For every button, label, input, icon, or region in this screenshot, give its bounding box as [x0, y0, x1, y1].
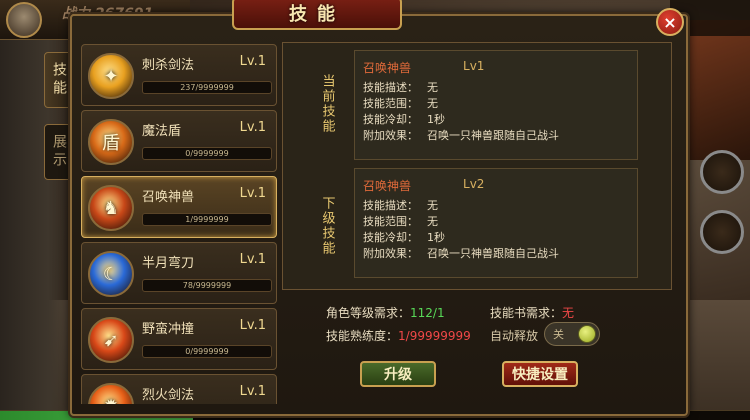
- info-value: 无: [427, 215, 438, 228]
- skill-name: 魔法盾: [142, 124, 182, 139]
- sword-slash-icon: ✦: [88, 53, 134, 99]
- skill-name: 烈火剑法: [142, 388, 195, 403]
- skill-item[interactable]: ✦ 刺杀剑法 Lv.1 237/9999999: [81, 44, 277, 106]
- skill-progress: 1/9999999: [142, 213, 272, 226]
- upgrade-button[interactable]: 升级: [360, 361, 436, 387]
- toggle-state: 关: [553, 328, 564, 341]
- info-key: 技能冷却：: [363, 113, 418, 126]
- skill-progress: 0/9999999: [142, 147, 272, 160]
- info-value: 召唤一只神兽跟随自己战斗: [427, 129, 559, 142]
- current-skill-name: 召唤神兽: [363, 61, 412, 75]
- skill-item[interactable]: 盾魔法盾 Lv.1 0/9999999: [81, 110, 277, 172]
- current-skill-info: 召唤神兽 Lv1 技能描述： 无 技能范围： 无 技能冷却： 1秒 附加效果： 召唤一只…: [354, 50, 638, 160]
- skill-name: 刺杀剑法: [142, 58, 195, 73]
- proficiency-label: 技能熟练度：: [326, 329, 399, 343]
- proficiency-requirement: 技能熟练度：1/99999999: [326, 327, 471, 344]
- shield-icon: 盾: [88, 119, 134, 165]
- skill-item[interactable]: ✹ 烈火剑法 Lv.1: [81, 374, 277, 404]
- close-button[interactable]: ×: [656, 8, 684, 36]
- skill-name: 野蛮冲撞: [142, 322, 195, 337]
- skill-book-value: 无: [562, 306, 575, 320]
- info-key: 技能描述：: [363, 81, 418, 94]
- skill-name: 召唤神兽: [142, 190, 195, 205]
- info-value: 无: [427, 199, 438, 212]
- role-level-requirement: 角色等级需求：112/1: [326, 304, 445, 321]
- crescent-blade-icon: ☾: [88, 251, 134, 297]
- auto-release-label: 自动释放: [490, 329, 539, 343]
- next-skill-label: 下级技能: [319, 196, 335, 256]
- proficiency-value: 1/99999999: [398, 329, 471, 343]
- toggle-knob: [578, 325, 596, 343]
- info-key: 技能冷却：: [363, 231, 418, 244]
- skill-level: Lv.1: [239, 318, 266, 333]
- info-value: 无: [427, 97, 438, 110]
- skill-progress: 78/9999999: [142, 279, 272, 292]
- current-skill-level: Lv1: [463, 59, 485, 73]
- skill-level: Lv.1: [239, 186, 266, 201]
- role-level-value: 112/1: [410, 306, 445, 320]
- next-skill-level: Lv2: [463, 177, 485, 191]
- skill-level: Lv.1: [239, 384, 266, 399]
- charge-icon: ➹: [88, 317, 134, 363]
- skill-name: 半月弯刀: [142, 256, 195, 271]
- info-key: 附加效果：: [363, 129, 418, 142]
- skill-book-requirement: 技能书需求：无: [490, 304, 574, 321]
- quick-settings-button[interactable]: 快捷设置: [502, 361, 578, 387]
- skill-slot-button[interactable]: [700, 150, 744, 194]
- close-icon: ×: [663, 12, 677, 32]
- skill-level: Lv.1: [239, 54, 266, 69]
- fire-sword-icon: ✹: [88, 383, 134, 404]
- next-skill-name: 召唤神兽: [363, 179, 412, 193]
- skill-book-label: 技能书需求：: [490, 306, 563, 320]
- info-value: 1秒: [427, 231, 445, 244]
- info-value: 1秒: [427, 113, 445, 126]
- info-value: 召唤一只神兽跟随自己战斗: [427, 247, 559, 260]
- skill-progress: 0/9999999: [142, 345, 272, 358]
- skill-list[interactable]: ✦ 刺杀剑法 Lv.1 237/9999999 盾魔法盾 Lv.1 0/9999999 ♞ 召唤…: [81, 44, 277, 404]
- info-key: 技能范围：: [363, 97, 418, 110]
- skill-item[interactable]: ➹ 野蛮冲撞 Lv.1 0/9999999: [81, 308, 277, 370]
- role-level-label: 角色等级需求：: [326, 306, 411, 320]
- panel-title: 技能: [232, 0, 402, 30]
- skill-progress: 237/9999999: [142, 81, 272, 94]
- skill-level: Lv.1: [239, 120, 266, 135]
- summon-beast-icon: ♞: [88, 185, 134, 231]
- skill-level: Lv.1: [239, 252, 266, 267]
- attack-button[interactable]: [700, 210, 744, 254]
- info-key: 技能描述：: [363, 199, 418, 212]
- info-value: 无: [427, 81, 438, 94]
- auto-release-toggle[interactable]: 关: [544, 322, 600, 346]
- next-skill-info: 召唤神兽 Lv2 技能描述： 无 技能范围： 无 技能冷却： 1秒 附加效果： 召唤一只…: [354, 168, 638, 278]
- skill-item[interactable]: ♞ 召唤神兽 Lv.1 1/9999999: [81, 176, 277, 238]
- info-key: 附加效果：: [363, 247, 418, 260]
- player-avatar[interactable]: [6, 2, 42, 38]
- current-skill-label: 当前技能: [319, 74, 335, 134]
- info-key: 技能范围：: [363, 215, 418, 228]
- skill-item[interactable]: ☾ 半月弯刀 Lv.1 78/9999999: [81, 242, 277, 304]
